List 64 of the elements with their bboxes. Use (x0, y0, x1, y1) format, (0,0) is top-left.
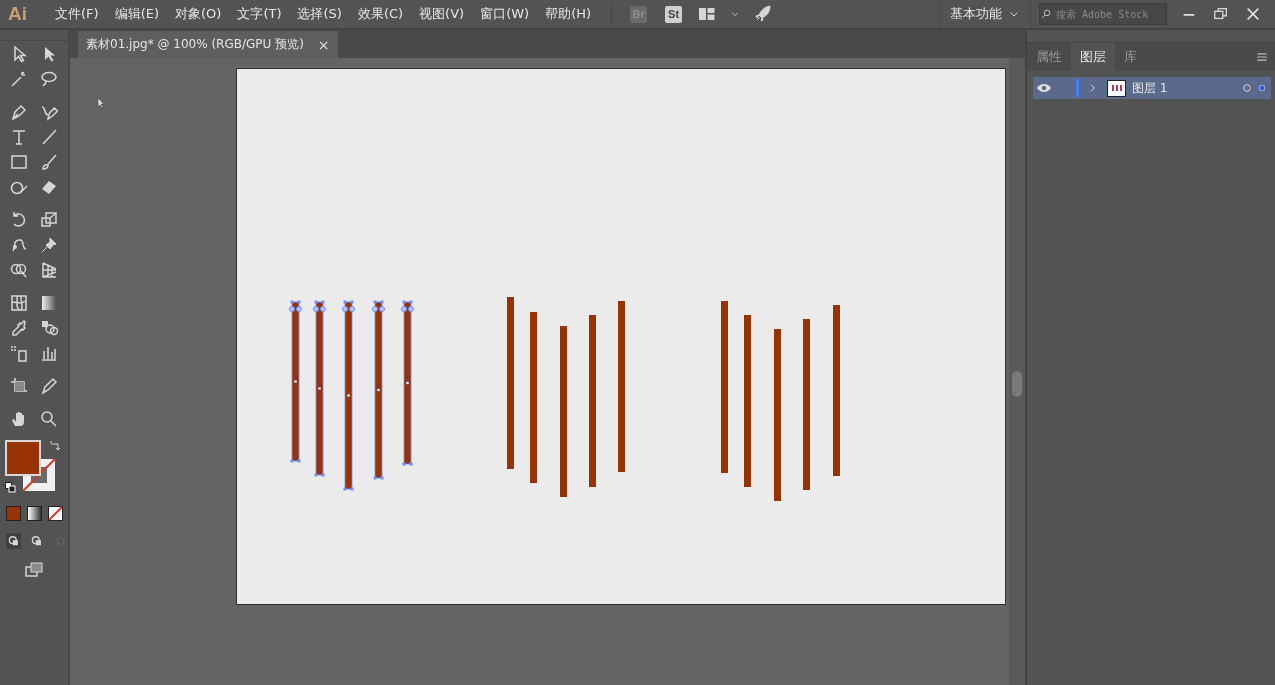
bar-group[interactable] (507, 297, 625, 497)
document-tab[interactable]: 素材01.jpg* @ 100% (RGB/GPU 预览) (86, 36, 304, 53)
panel-tab[interactable]: 属性 (1027, 43, 1071, 71)
menu-item[interactable]: 对象(O) (167, 5, 230, 23)
draw-normal-icon[interactable] (6, 533, 22, 549)
curvature-pen-icon[interactable] (40, 103, 58, 121)
target-circle-icon[interactable] (1241, 82, 1253, 94)
close-icon[interactable] (1245, 6, 1261, 22)
layer-thumbnail (1107, 79, 1126, 97)
none-mode-button[interactable] (48, 506, 63, 521)
gradient-icon[interactable] (40, 294, 58, 312)
scale-icon[interactable] (40, 211, 58, 229)
bar-graph-icon[interactable] (40, 344, 58, 362)
app-logo: Ai (8, 3, 27, 25)
close-tab-button[interactable]: × (317, 36, 330, 53)
bar-group[interactable] (721, 301, 840, 501)
mouse-cursor-icon (97, 97, 105, 109)
line-icon[interactable] (40, 128, 58, 146)
shape-builder-icon[interactable] (10, 261, 28, 279)
menu-item[interactable]: 选择(S) (289, 5, 350, 23)
mesh-icon[interactable] (10, 294, 28, 312)
symbol-sprayer-icon[interactable] (10, 344, 28, 362)
menu-item[interactable]: 帮助(H) (537, 5, 600, 23)
warp-icon[interactable] (10, 236, 28, 254)
panel-tab[interactable]: 库 (1115, 43, 1146, 71)
layer-row[interactable]: 图层 1 (1033, 77, 1271, 99)
screen-mode-icon[interactable] (23, 561, 45, 579)
layout-grid-icon[interactable] (698, 5, 717, 23)
menu-item[interactable]: 编辑(E) (106, 5, 167, 23)
blend-icon[interactable] (40, 319, 58, 337)
menu-item[interactable]: 效果(C) (349, 5, 412, 23)
scrollbar-thumb[interactable] (1012, 371, 1022, 397)
rocket-icon[interactable] (754, 5, 773, 23)
color-mode-button[interactable] (6, 506, 21, 521)
gradient-mode-button[interactable] (27, 506, 42, 521)
pen-icon[interactable] (10, 103, 28, 121)
panel-menu-icon[interactable] (1255, 50, 1269, 64)
stock-search-field[interactable]: 搜索 Adobe Stock (1039, 3, 1167, 25)
type-icon[interactable] (10, 128, 28, 146)
bar-group[interactable] (289, 300, 414, 491)
stock-button[interactable]: St (665, 5, 683, 23)
restore-icon[interactable] (1213, 6, 1229, 22)
layer-name: 图层 1 (1132, 79, 1168, 97)
panel-tab[interactable]: 图层 (1071, 43, 1115, 71)
menu-item[interactable]: 窗口(W) (472, 5, 538, 23)
fill-color-swatch[interactable] (5, 440, 41, 476)
eyedropper-icon[interactable] (10, 319, 28, 337)
rotate-icon[interactable] (10, 211, 28, 229)
workspace-switcher[interactable]: 基本功能 (950, 5, 1002, 23)
default-colors-icon[interactable] (5, 482, 16, 493)
perspective-grid-icon[interactable] (40, 261, 58, 279)
swap-arrows-icon[interactable] (49, 440, 61, 452)
rectangle-icon[interactable] (10, 153, 28, 171)
pin-icon[interactable] (40, 236, 58, 254)
menu-item[interactable]: 文字(T) (229, 5, 290, 23)
brush-icon[interactable] (40, 153, 58, 171)
knife-icon[interactable] (40, 377, 58, 395)
lasso-icon[interactable] (40, 70, 58, 88)
menu-item[interactable]: 文件(F) (47, 5, 107, 23)
magic-wand-icon[interactable] (10, 70, 28, 88)
zoom-icon[interactable] (40, 410, 58, 428)
eraser-icon[interactable] (40, 178, 58, 196)
artboard-icon[interactable] (10, 377, 28, 395)
menu-item[interactable]: 视图(V) (411, 5, 473, 23)
